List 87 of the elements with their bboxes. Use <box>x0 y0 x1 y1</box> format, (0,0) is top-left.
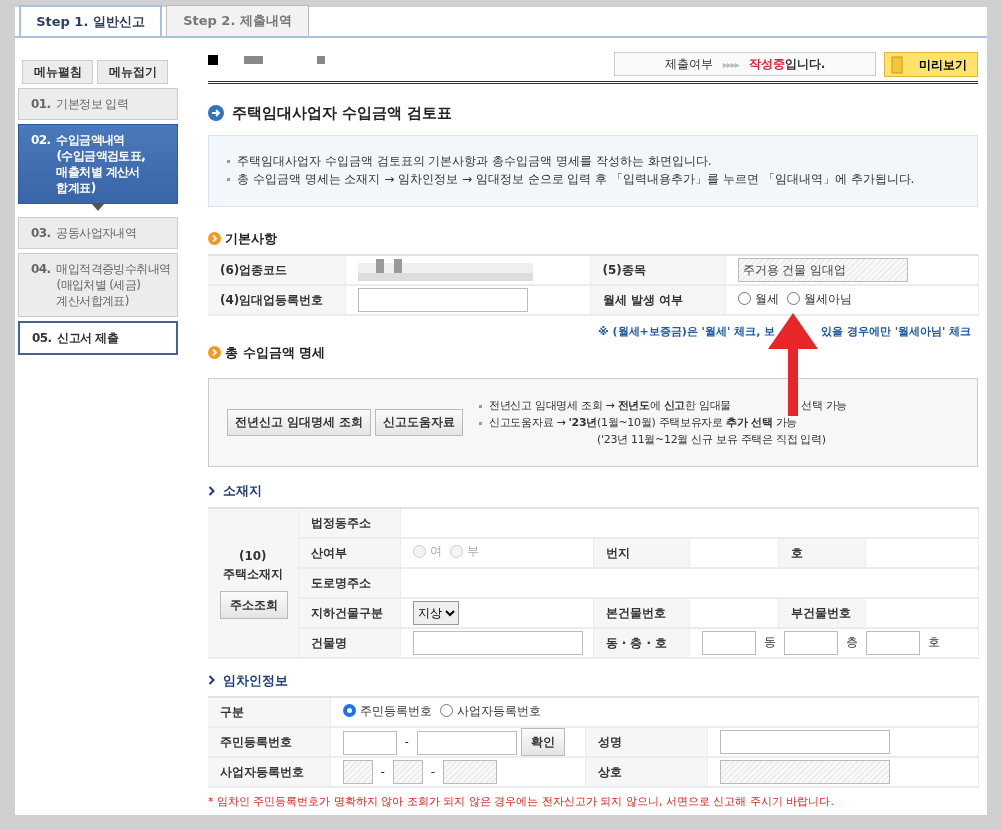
sidebar-item[interactable]: 01. 기본정보 입력 <box>18 88 178 120</box>
unit-label: 호 <box>927 635 940 649</box>
unit-label: 동 <box>763 635 776 649</box>
text-input[interactable] <box>357 288 528 312</box>
sidebar-item[interactable]: 04. 매입적격증빙수취내역 (매입처별 (세금) 계산서합계표) <box>18 253 178 317</box>
field-label: 동 · 층 · 호 <box>593 627 689 658</box>
field-label: 도로명주소 <box>298 567 400 598</box>
text-input[interactable] <box>783 630 838 655</box>
bullet-icon <box>227 177 230 181</box>
field-label: 구분 <box>208 697 330 727</box>
field-label: 번지 <box>593 537 689 568</box>
menu-button[interactable]: 메뉴접기 <box>97 60 168 84</box>
info-text: 신고도움자료 → '23년(1월~10월) 주택보유자로 추가 선택 가능 <box>489 416 797 429</box>
note-text: ※ (월세+보증금)은 '월세' 체크, 보 <box>598 325 776 338</box>
sidebar-item[interactable]: 02. 수입금액내역 (수입금액검토표, 매출처별 계산서 합계표) <box>18 124 178 204</box>
text-input[interactable] <box>719 730 890 754</box>
text-input[interactable] <box>865 630 920 655</box>
info-text: 선택 가능 <box>801 399 847 412</box>
field-label: 부건물번호 <box>778 597 865 628</box>
field-label: 건물명 <box>298 627 400 658</box>
status-text: 작성중입니다. <box>748 56 826 73</box>
section-heading: 기본사항 <box>225 229 277 248</box>
field-label: 성명 <box>585 727 707 757</box>
radio-button[interactable] <box>737 292 751 306</box>
lookup-button[interactable]: 전년신고 임대명세 조회 <box>227 408 371 437</box>
preview-button[interactable]: 미리보기 <box>884 52 978 77</box>
field-label: (5)종목 <box>590 255 725 285</box>
field-label: 사업자등록번호 <box>208 757 330 787</box>
chevron-icon <box>208 485 215 496</box>
radio-label[interactable]: 월세아님 <box>803 289 852 308</box>
lookup-button[interactable]: 신고도움자료 <box>375 408 463 437</box>
field-label: (10) 주택소재지 <box>221 547 284 583</box>
field-label: 호 <box>778 537 865 568</box>
radio-label[interactable]: 사업자등록번호 <box>456 701 541 720</box>
field-label: 산여부 <box>298 537 400 568</box>
footer-note: * 임차인 주민등록번호가 명확하지 않아 조회가 되지 않은 경우에는 전자신고가 되지 않으니, 서면으로 신고해 주시기 바랍니다. <box>208 794 835 810</box>
unit-label: - <box>380 764 385 779</box>
chevron-circle-icon <box>208 345 221 359</box>
unit-label: - <box>430 764 436 779</box>
section-heading: 임차인정보 <box>223 671 288 690</box>
bullet-icon <box>479 404 482 408</box>
page-title: 주택임대사업자 수입금액 검토표 <box>232 103 453 124</box>
field-label: 상호 <box>585 757 707 787</box>
status-label: 제출여부 <box>664 56 713 73</box>
address-search-button[interactable]: 주소조회 <box>220 590 288 619</box>
field-label: (6)업종코드 <box>208 255 345 285</box>
section-heading: 총 수입금액 명세 <box>225 343 326 362</box>
field-label: 주민등록번호 <box>208 727 330 757</box>
radio-button[interactable] <box>342 704 356 718</box>
dropdown[interactable]: 지상 <box>412 600 459 625</box>
sidebar-item[interactable]: 03. 공동사업자내역 <box>18 217 178 249</box>
intro-text: 주택임대사업자 수입금액 검토표의 기본사항과 총수입금액 명세를 작성하는 화면입니다. <box>237 153 712 168</box>
redaction-block <box>208 55 218 65</box>
menu-button[interactable]: 메뉴펼침 <box>22 60 93 84</box>
bullet-icon <box>227 159 230 163</box>
field-label: 월세 발생 여부 <box>590 285 725 315</box>
confirm-button[interactable]: 확인 <box>520 728 565 756</box>
sidebar-item[interactable]: 05. 신고서 제출 <box>18 321 178 355</box>
text-input[interactable] <box>701 630 756 655</box>
tab[interactable]: Step 2. 제출내역 <box>166 5 309 36</box>
redaction-block <box>244 56 263 64</box>
tab[interactable]: Step 1. 일반신고 <box>19 5 162 36</box>
chevron-circle-icon <box>208 231 221 245</box>
arrows-icon: ▸▸▸▸ <box>722 56 739 72</box>
field-label: 본건물번호 <box>593 597 689 628</box>
info-text: ('23년 11월~12월 신규 보유 주택은 직접 입력) <box>597 433 826 446</box>
field-label: (4)임대업등록번호 <box>208 285 345 315</box>
field-label: 법정동주소 <box>298 507 400 538</box>
section-heading: 소재지 <box>223 482 262 500</box>
unit-label: - <box>404 735 409 749</box>
info-text: 전년신고 임대명세 조회 → 전년도에 신고한 임대물 <box>489 399 732 412</box>
unit-label: 층 <box>845 635 858 649</box>
note-text: 있을 경우에만 '월세아님' 체크 <box>821 325 972 338</box>
radio-label[interactable]: 주민등록번호 <box>359 701 432 720</box>
document-icon <box>891 55 903 74</box>
arrow-circle-icon <box>208 105 224 122</box>
redaction-block <box>317 56 325 64</box>
text-input[interactable] <box>342 730 397 755</box>
radio-label[interactable]: 월세 <box>754 289 779 308</box>
radio-button[interactable] <box>439 704 453 718</box>
field-label: 지하건물구분 <box>298 597 400 628</box>
radio-button[interactable] <box>786 292 800 306</box>
chevron-icon <box>208 675 215 686</box>
text-input[interactable] <box>416 730 517 755</box>
intro-text: 총 수입금액 명세는 소재지 → 임차인정보 → 임대정보 순으로 입력 후 「입력내용추가」를 누르면 「임대내역」에 추가됩니다. <box>237 171 915 186</box>
bullet-icon <box>479 421 482 425</box>
text-input[interactable] <box>412 630 583 655</box>
